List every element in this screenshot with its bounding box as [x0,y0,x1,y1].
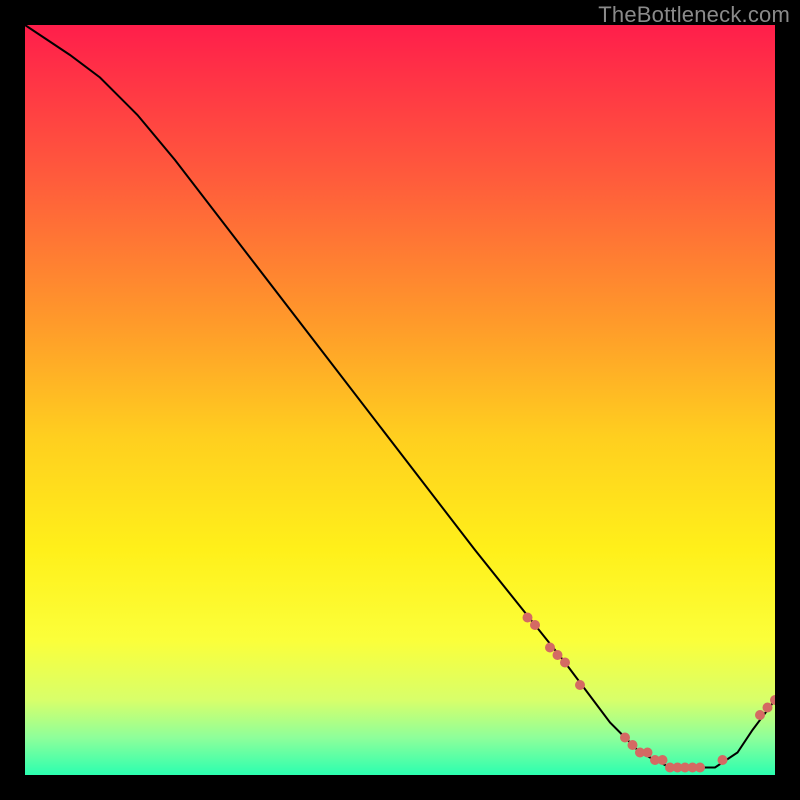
watermark-label: TheBottleneck.com [598,2,790,28]
marker-point [560,658,570,668]
marker-point [658,755,668,765]
marker-point [755,710,765,720]
marker-point [523,613,533,623]
marker-point [530,620,540,630]
marker-point [763,703,773,713]
chart-svg [25,25,775,775]
marker-point [553,650,563,660]
chart-container: TheBottleneck.com [0,0,800,800]
gradient-background [25,25,775,775]
marker-point [620,733,630,743]
marker-point [643,748,653,758]
marker-point [628,740,638,750]
marker-point [575,680,585,690]
marker-point [545,643,555,653]
marker-point [695,763,705,773]
plot-area [25,25,775,775]
marker-point [718,755,728,765]
